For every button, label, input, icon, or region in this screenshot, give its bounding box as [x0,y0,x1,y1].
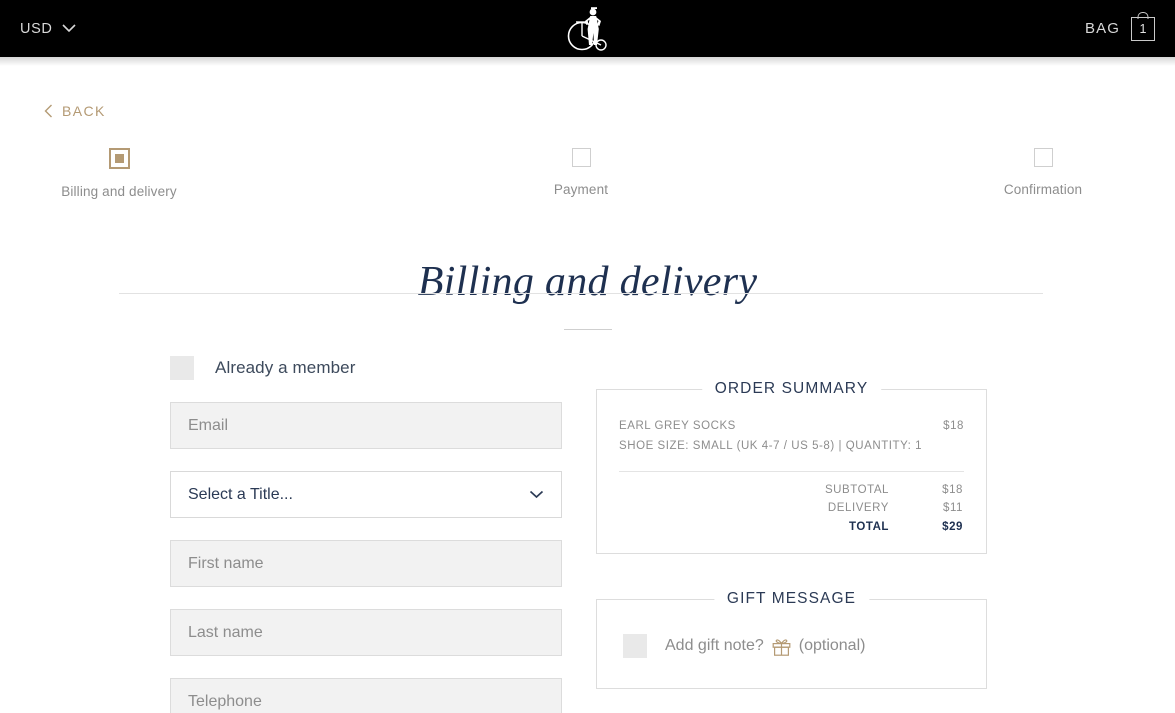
currency-selector[interactable]: USD [20,21,76,37]
subtotal-row: SUBTOTAL $18 [619,484,963,496]
gift-icon [772,638,791,656]
chevron-down-icon [529,490,544,499]
header-shadow [0,57,1175,66]
telephone-placeholder: Telephone [188,692,262,710]
first-name-placeholder: First name [188,554,264,572]
order-item-row: EARL GREY SOCKS $18 [619,420,964,432]
title-select[interactable]: Select a Title... [170,471,562,518]
order-item-meta: SHOE SIZE: SMALL (UK 4-7 / US 5-8) | QUA… [619,440,923,452]
add-gift-note-checkbox[interactable] [623,634,647,658]
total-value: $29 [942,521,963,533]
email-input[interactable]: Email [170,402,562,449]
order-item-name: EARL GREY SOCKS [619,420,736,432]
step-marker-icon [571,148,591,167]
delivery-value: $11 [943,502,963,514]
last-name-input[interactable]: Last name [170,609,562,656]
chevron-down-icon [62,24,76,33]
add-gift-note-text: Add gift note? (optional) [665,636,865,657]
already-a-member-label: Already a member [215,358,356,377]
summary-divider [619,471,964,472]
last-name-placeholder: Last name [188,623,263,641]
step-label: Payment [553,182,609,197]
step-billing-and-delivery[interactable]: Billing and delivery [0,148,239,199]
email-placeholder: Email [188,416,229,434]
step-label: Confirmation [1003,182,1083,197]
order-summary-legend: ORDER SUMMARY [701,380,882,398]
step-marker-active-icon [108,148,130,169]
delivery-label: DELIVERY [827,502,889,514]
subtotal-label: SUBTOTAL [824,484,889,496]
penny-farthing-logo [567,6,607,51]
step-payment[interactable]: Payment [461,148,701,197]
step-label: Billing and delivery [61,184,177,199]
brand-logo[interactable] [566,0,610,57]
gift-message-panel: GIFT MESSAGE Add gift note? (optional) [596,590,987,689]
top-header-bar: USD BAG 1 [0,0,1175,57]
gift-message-legend: GIFT MESSAGE [713,590,870,608]
subtotal-value: $18 [942,484,963,496]
title-select-value: Select a Title... [188,485,293,503]
billing-form-column: Already a member Email Select a Title...… [170,356,562,713]
chevron-left-icon [44,104,52,118]
bag-icon: 1 [1131,11,1155,41]
order-item-price: $18 [943,420,964,432]
steps-connector-line [119,293,1043,294]
currency-label: USD [20,20,53,37]
gift-note-prefix: Add gift note? [665,637,764,654]
already-a-member-checkbox[interactable] [170,356,194,380]
add-gift-note-row[interactable]: Add gift note? (optional) [619,626,964,668]
bag-count-badge: 1 [1139,21,1147,36]
order-summary-panel: ORDER SUMMARY EARL GREY SOCKS $18 SHOE S… [596,380,987,554]
checkout-progress-steps: Billing and delivery Payment Confirmatio… [0,148,1175,294]
total-label: TOTAL [848,521,889,533]
bag-button[interactable]: BAG 1 [1085,11,1155,41]
already-a-member-row[interactable]: Already a member [170,356,562,380]
order-totals: SUBTOTAL $18 DELIVERY $11 TOTAL $29 [619,484,964,533]
gift-note-suffix: (optional) [798,637,866,654]
order-summary-column: ORDER SUMMARY EARL GREY SOCKS $18 SHOE S… [596,380,987,713]
back-link-label: BACK [62,103,106,119]
page-title: Billing and delivery [417,259,758,305]
step-marker-icon [1033,148,1053,167]
telephone-input[interactable]: Telephone [170,678,562,713]
title-divider [563,329,612,330]
total-row: TOTAL $29 [619,521,963,533]
bag-label: BAG [1085,20,1120,37]
step-confirmation[interactable]: Confirmation [923,148,1163,197]
first-name-input[interactable]: First name [170,540,562,587]
delivery-row: DELIVERY $11 [619,502,963,514]
back-link[interactable]: BACK [44,103,106,119]
bag-handle-icon [1137,11,1149,19]
